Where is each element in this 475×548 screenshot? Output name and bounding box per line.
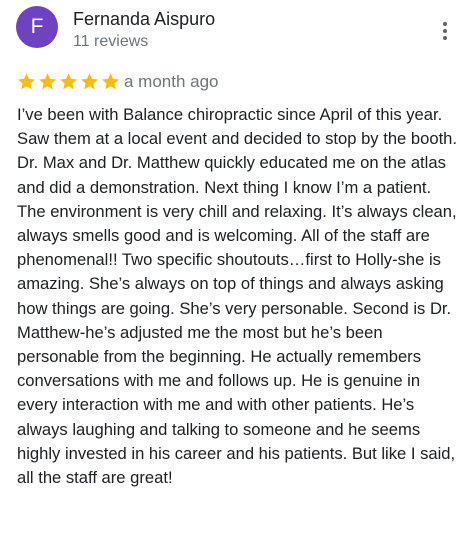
menu-dot: [443, 22, 447, 26]
more-vert-icon[interactable]: [436, 20, 454, 42]
star-icon: [18, 73, 35, 90]
star-rating: [17, 72, 120, 92]
star-icon: [81, 73, 98, 90]
review-date: a month ago: [124, 72, 219, 91]
menu-dot: [443, 36, 447, 40]
review-card: F Fernanda Aispuro 11 reviews a month ag…: [0, 0, 475, 548]
avatar[interactable]: F: [16, 6, 58, 48]
star-icon: [39, 73, 56, 90]
review-count[interactable]: 11 reviews: [73, 32, 148, 52]
reviewer-name[interactable]: Fernanda Aispuro: [73, 8, 215, 30]
star-icon: [60, 73, 77, 90]
star-icon: [102, 73, 119, 90]
menu-dot: [443, 29, 447, 33]
review-text: I’ve been with Balance chiropractic sinc…: [17, 105, 458, 488]
